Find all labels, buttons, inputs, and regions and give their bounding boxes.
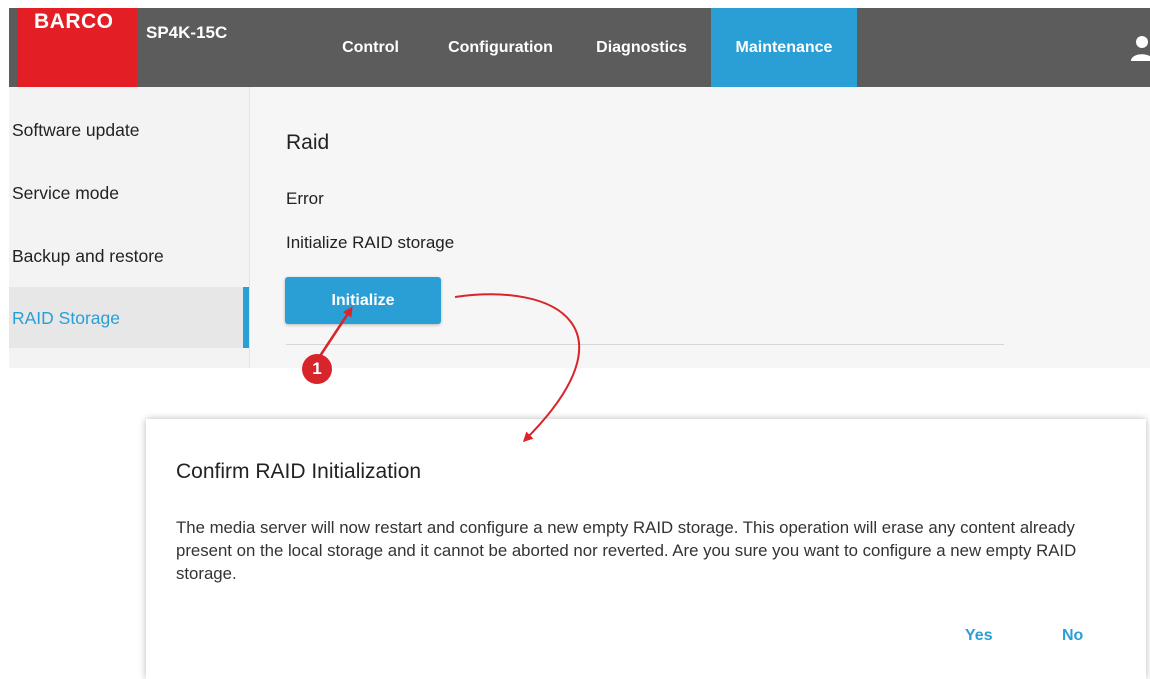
annotation-badge: 1 bbox=[302, 354, 332, 384]
annotation-arrows bbox=[318, 293, 580, 443]
connector-arrow bbox=[454, 293, 580, 443]
pointer-arrow bbox=[318, 306, 353, 357]
